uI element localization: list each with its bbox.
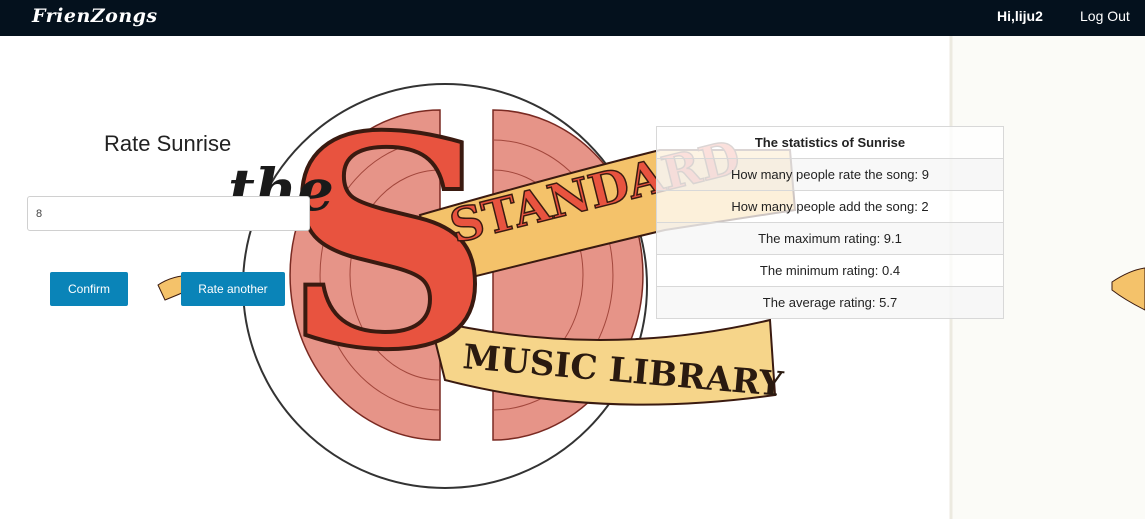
user-greeting[interactable]: Hi,liju2 [997, 8, 1043, 24]
stat-avg-rating: The average rating: 5.7 [656, 286, 1004, 319]
stat-min-rating: The minimum rating: 0.4 [656, 254, 1004, 287]
rating-input[interactable] [27, 196, 310, 231]
brand-logo[interactable]: FrienZongs [32, 5, 158, 27]
rate-title: Rate Sunrise [104, 131, 232, 156]
stat-max-rating: The maximum rating: 9.1 [656, 222, 1004, 255]
stat-rate-count: How many people rate the song: 9 [656, 158, 1004, 191]
rate-another-button[interactable]: Rate another [181, 272, 285, 306]
statistics-table: The statistics of Sunrise How many peopl… [656, 126, 1004, 319]
stat-add-count: How many people add the song: 2 [656, 190, 1004, 223]
statistics-header: The statistics of Sunrise [656, 126, 1004, 159]
top-navbar: FrienZongs Hi,liju2 Log Out [0, 0, 1145, 36]
confirm-button[interactable]: Confirm [50, 272, 128, 306]
logout-link[interactable]: Log Out [1080, 8, 1130, 24]
